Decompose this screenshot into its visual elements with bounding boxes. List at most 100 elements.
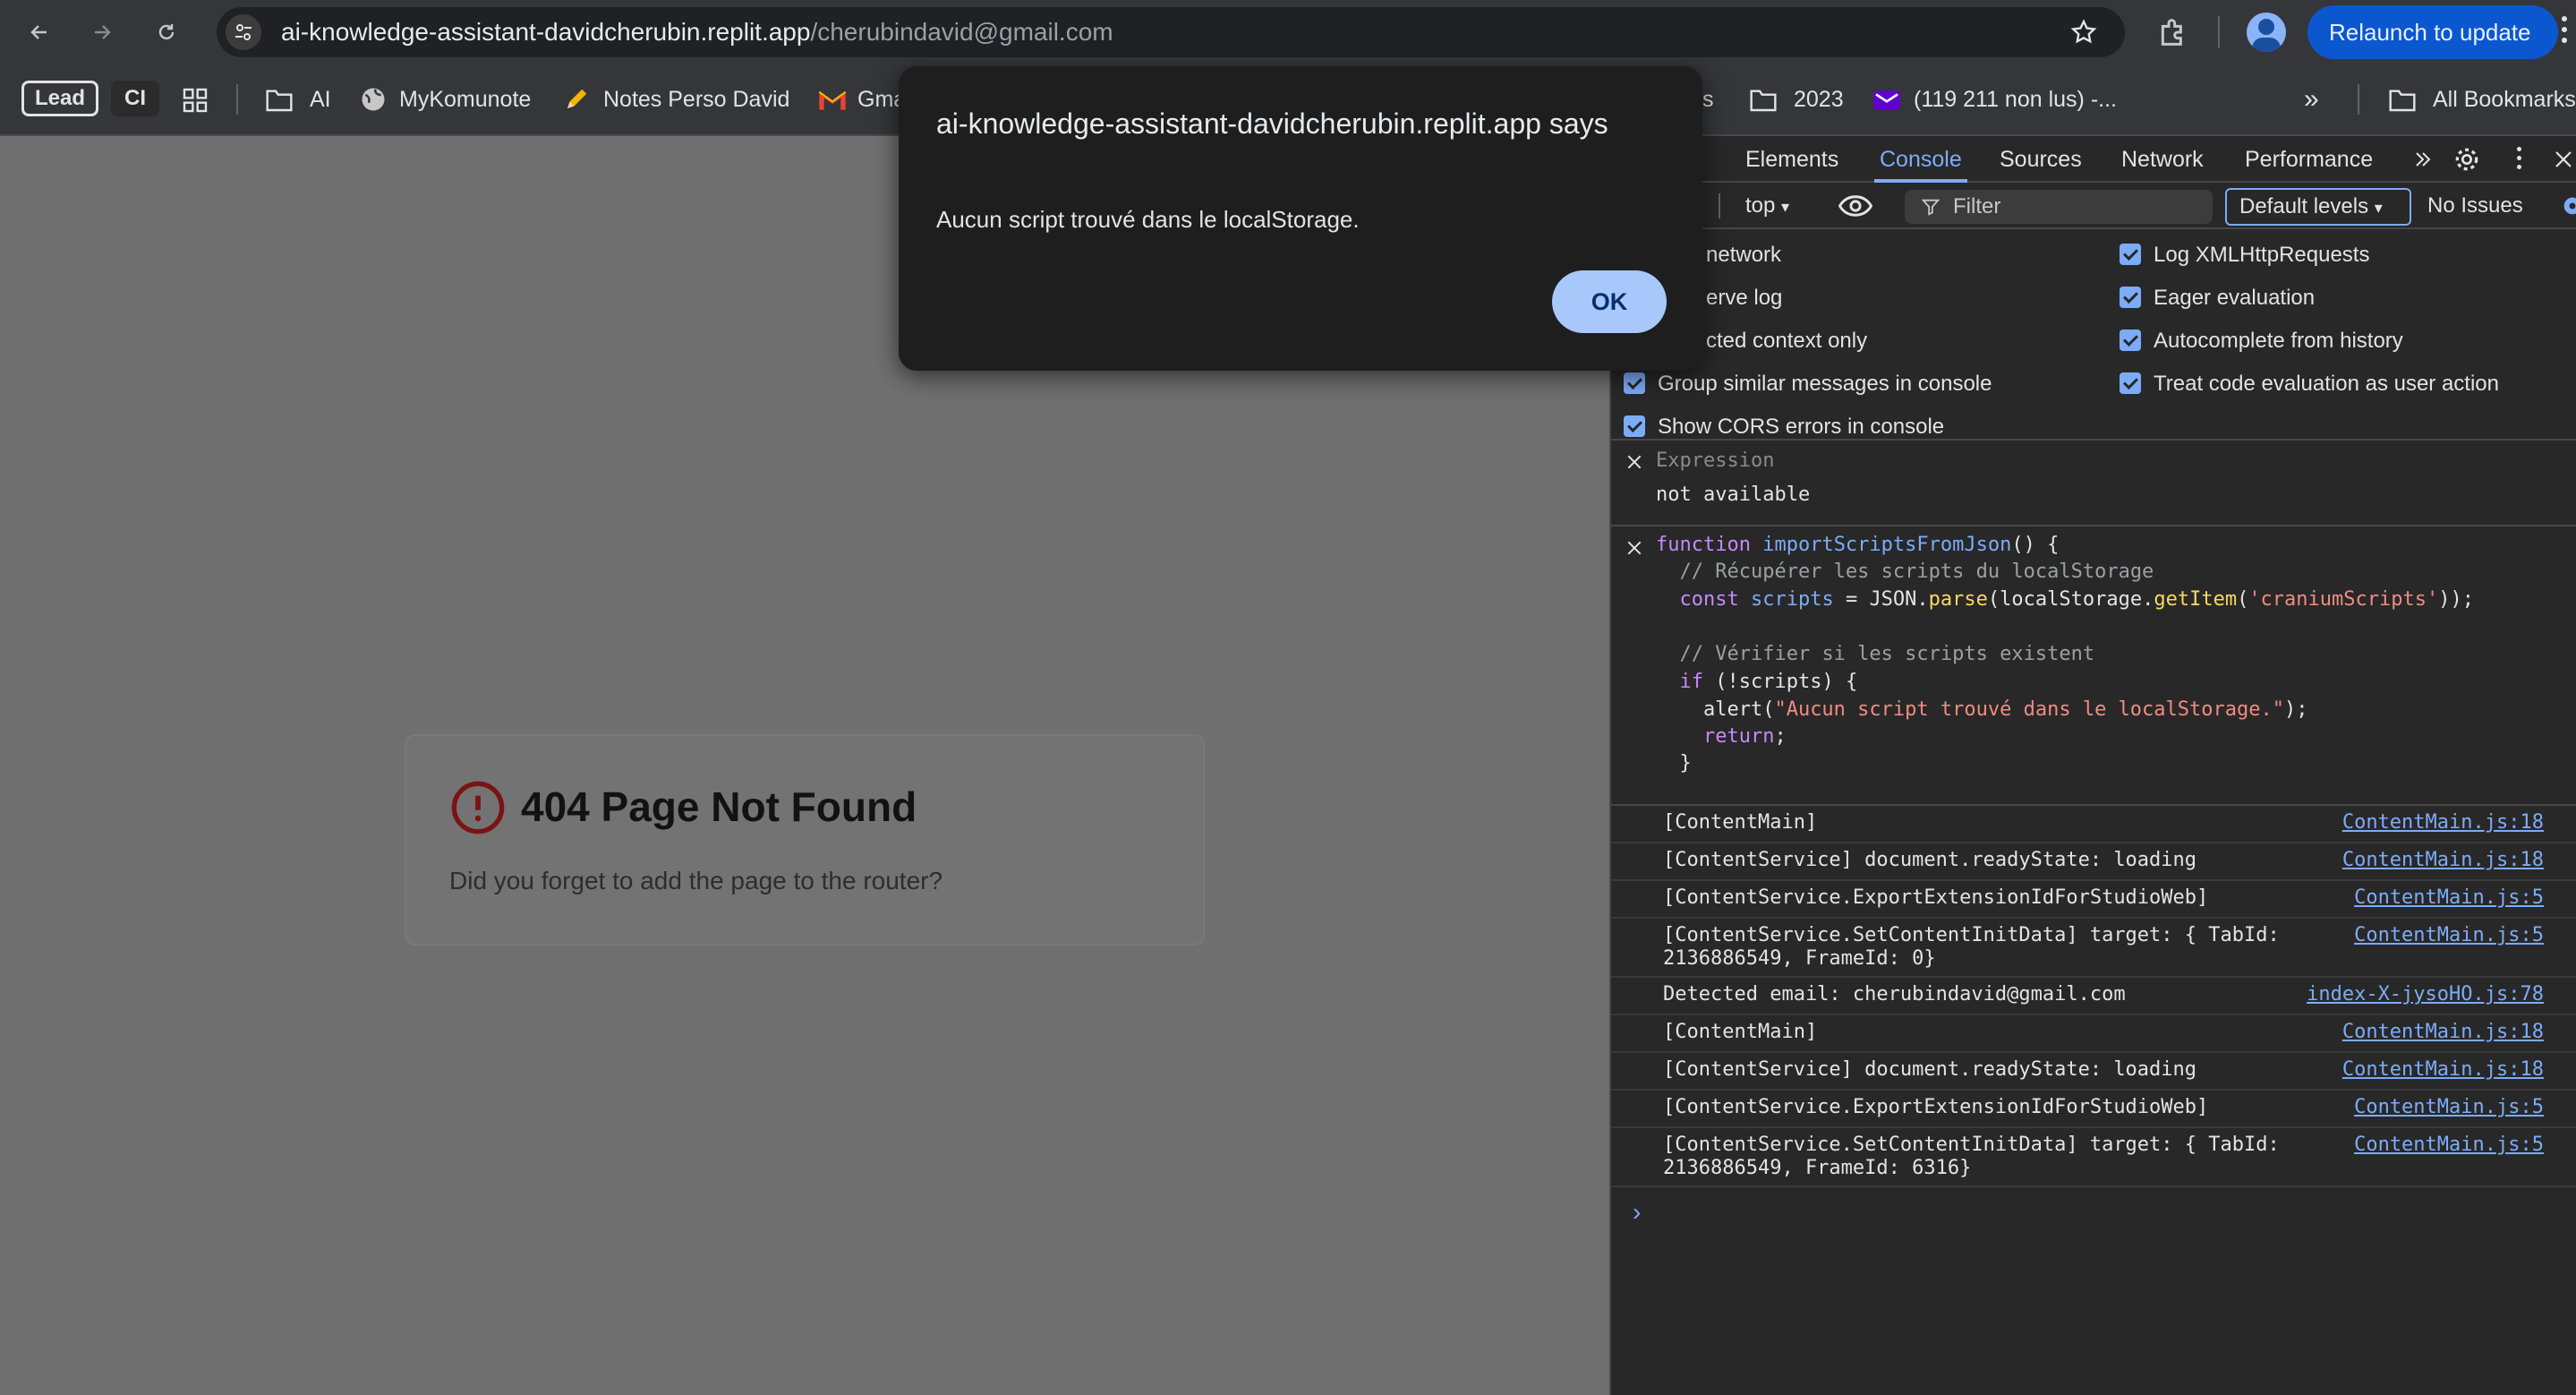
ok-button[interactable]: OK	[1552, 270, 1667, 333]
setting-hide-network[interactable]: network	[1706, 242, 1781, 269]
tab-console[interactable]: Console	[1874, 136, 1967, 183]
tab-sources[interactable]: Sources	[2000, 136, 2082, 183]
console-source-link[interactable]: ContentMain.js:18	[2342, 849, 2544, 872]
console-source-link[interactable]: ContentMain.js:5	[2354, 924, 2544, 947]
gear-icon[interactable]	[2452, 145, 2481, 174]
bookmark-all-bookmarks[interactable]: All Bookmarks	[2433, 64, 2576, 134]
console-message-text: Detected email: cherubindavid@gmail.com	[1663, 983, 2126, 1006]
filter-placeholder: Filter	[1953, 194, 2001, 218]
site-info-button[interactable]	[226, 14, 261, 50]
url-text[interactable]: ai-knowledge-assistant-davidcherubin.rep…	[281, 7, 1113, 57]
filter-icon	[1921, 199, 1941, 216]
alert-dialog: ai-knowledge-assistant-davidcherubin.rep…	[899, 66, 1702, 371]
relaunch-button[interactable]: Relaunch to update	[2307, 5, 2558, 59]
bookmark-yahoo-mail[interactable]: (119 211 non lus) -...	[1914, 64, 2117, 134]
console-source-link[interactable]: ContentMain.js:18	[2342, 811, 2544, 834]
checkbox-checked[interactable]	[2120, 329, 2141, 351]
code-line: // Récupérer les scripts du localStorage	[1679, 561, 2154, 583]
checkbox-checked[interactable]	[2120, 372, 2141, 394]
context-selector[interactable]: top ▾	[1745, 183, 1789, 230]
tab-network[interactable]: Network	[2121, 136, 2204, 183]
bookmark-ai[interactable]: AI	[310, 64, 331, 134]
profile-avatar[interactable]	[2247, 13, 2286, 52]
checkbox-checked[interactable]	[2120, 243, 2141, 265]
tab-elements[interactable]: Elements	[1745, 136, 1838, 183]
setting-treat-code-eval[interactable]: Treat code evaluation as user action	[2120, 371, 2499, 398]
console-message-row: [ContentService.SetContentInitData] targ…	[1611, 919, 2576, 978]
log-levels-label: Default levels	[2239, 194, 2369, 218]
browser-toolbar: ai-knowledge-assistant-davidcherubin.rep…	[0, 0, 2576, 64]
console-message-row: [ContentService] document.readyState: lo…	[1611, 1053, 2576, 1091]
code-line: const scripts = JSON.parse(localStorage.…	[1679, 588, 2474, 611]
issues-counter[interactable]: No Issues	[2427, 183, 2523, 229]
bookmark-lead[interactable]: Lead	[21, 81, 98, 116]
close-icon[interactable]	[2553, 149, 2574, 170]
console-source-link[interactable]: ContentMain.js:18	[2342, 1058, 2544, 1082]
console-message-row: [ContentService] document.readyState: lo…	[1611, 843, 2576, 881]
alert-circle-icon	[451, 781, 505, 834]
address-bar[interactable]: ai-knowledge-assistant-davidcherubin.rep…	[217, 7, 2125, 57]
forward-button[interactable]	[82, 13, 122, 52]
extensions-icon[interactable]	[2155, 14, 2191, 50]
log-levels-dropdown[interactable]: Default levels ▾	[2225, 188, 2411, 226]
back-button[interactable]	[20, 13, 59, 52]
bookmark-2023[interactable]: 2023	[1794, 64, 1844, 134]
setting-log-xmlhttprequests[interactable]: Log XMLHttpRequests	[2120, 242, 2369, 269]
reload-icon	[158, 24, 175, 40]
bookmarks-overflow-button[interactable]: »	[2304, 64, 2319, 134]
apps-grid-icon[interactable]	[181, 86, 209, 115]
reload-button[interactable]	[147, 13, 186, 52]
console-prompt[interactable]: ›	[1633, 1198, 1641, 1227]
bookmark-mykomunote[interactable]: MyKomunote	[399, 64, 531, 134]
code-line: // Vérifier si les scripts existent	[1679, 643, 2095, 665]
bookmark-star-icon[interactable]	[2069, 18, 2098, 47]
eye-icon[interactable]	[1838, 193, 1872, 218]
bookmark-partial[interactable]: s	[1702, 64, 1714, 134]
yahoo-mail-icon	[1873, 90, 1900, 110]
checkbox-checked[interactable]	[2120, 286, 2141, 308]
console-source-link[interactable]: ContentMain.js:5	[2354, 886, 2544, 910]
devtools-panel: Elements Console Sources Network Perform…	[1609, 136, 2576, 1395]
bookmark-ci[interactable]: CI	[111, 81, 159, 116]
toolbar-divider	[2218, 16, 2220, 48]
close-icon[interactable]	[1625, 539, 1643, 557]
checkbox-checked[interactable]	[1624, 372, 1645, 394]
more-tabs-chevron-icon[interactable]	[2411, 149, 2435, 170]
setting-label: Eager evaluation	[2154, 286, 2316, 310]
url-host: ai-knowledge-assistant-davidcherubin.rep…	[281, 18, 811, 46]
setting-label: Autocomplete from history	[2154, 329, 2403, 353]
setting-label: network	[1706, 243, 1782, 267]
console-message-row: Detected email: cherubindavid@gmail.com i…	[1611, 978, 2576, 1015]
console-source-link[interactable]: index-X-jysoHO.js:78	[2307, 983, 2544, 1006]
setting-eager-evaluation[interactable]: Eager evaluation	[2120, 285, 2315, 312]
console-settings-gear-icon[interactable]	[2560, 193, 2576, 218]
setting-group-similar[interactable]: Group similar messages in console	[1624, 371, 1992, 398]
setting-preserve-log[interactable]: erve log	[1706, 285, 1782, 312]
console-message-row: [ContentService.SetContentInitData] targ…	[1611, 1128, 2576, 1187]
browser-menu-icon[interactable]	[2562, 16, 2567, 48]
console-source-link[interactable]: ContentMain.js:18	[2342, 1021, 2544, 1044]
console-message-row: [ContentMain] ContentMain.js:18	[1611, 1015, 2576, 1053]
folder-icon	[2389, 90, 2416, 112]
tab-performance[interactable]: Performance	[2245, 136, 2373, 183]
dialog-title: ai-knowledge-assistant-davidcherubin.rep…	[936, 107, 1608, 140]
code-line: }	[1656, 752, 1692, 775]
console-settings: network erve log cted context only Group…	[1611, 229, 2576, 441]
devtools-menu-icon[interactable]	[2517, 147, 2522, 169]
console-source-link[interactable]: ContentMain.js:5	[2354, 1096, 2544, 1119]
setting-label: Show CORS errors in console	[1658, 415, 1945, 439]
setting-selected-context-only[interactable]: cted context only	[1706, 328, 1867, 355]
live-expression: Expression not available	[1611, 441, 2576, 526]
console-toolbar: top ▾ Filter Default levels ▾ No Issues	[1611, 183, 2576, 229]
checkbox-checked[interactable]	[1624, 415, 1645, 437]
error-message: Did you forget to add the page to the ro…	[449, 867, 943, 894]
console-message-row: [ContentMain] ContentMain.js:18	[1611, 806, 2576, 843]
not-found-card: 404 Page Not Found Did you forget to add…	[405, 734, 1205, 946]
setting-autocomplete-history[interactable]: Autocomplete from history	[2120, 328, 2403, 355]
setting-show-cors-errors[interactable]: Show CORS errors in console	[1624, 414, 1944, 441]
close-icon[interactable]	[1625, 453, 1643, 471]
filter-input[interactable]: Filter	[1905, 190, 2213, 224]
bookmark-notes-perso-david[interactable]: Notes Perso David	[603, 64, 789, 134]
console-source-link[interactable]: ContentMain.js:5	[2354, 1134, 2544, 1157]
console-message-text: [ContentMain]	[1663, 1021, 1818, 1043]
